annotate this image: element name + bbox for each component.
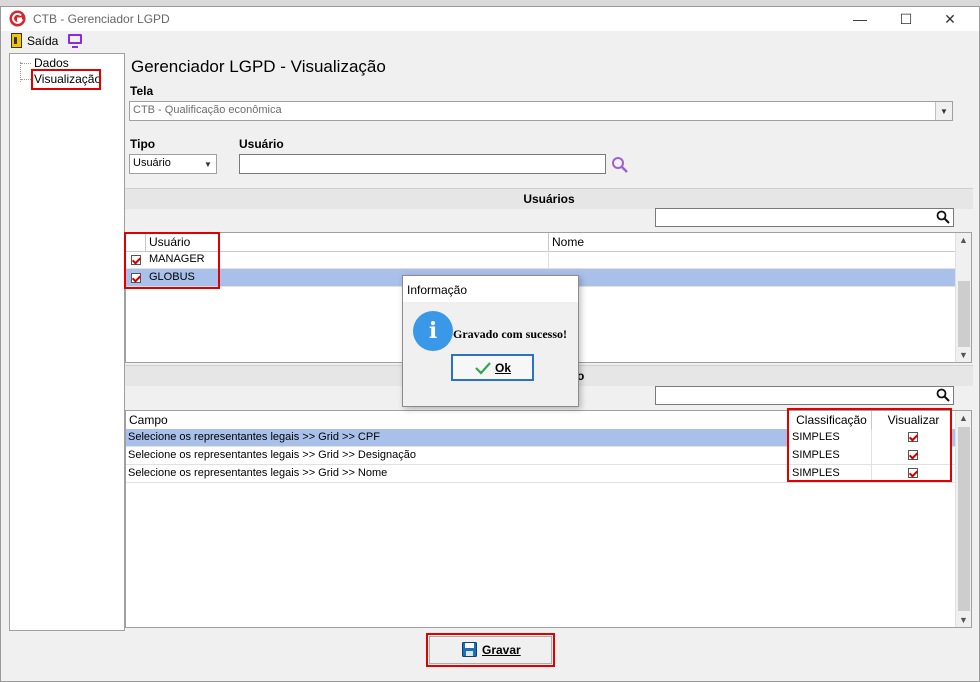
monitor-icon[interactable] — [68, 34, 82, 48]
dialog-message: Gravado com sucesso! — [453, 327, 567, 341]
maximize-button[interactable]: ☐ — [883, 7, 929, 31]
ok-button-label: Ok — [495, 361, 512, 375]
window-title: CTB - Gerenciador LGPD — [33, 12, 170, 26]
users-grid-header: Usuário Nome — [126, 233, 955, 252]
navigation-tree: Dados Visualização — [9, 53, 125, 631]
users-grid-scrollbar[interactable]: ▲ ▼ — [955, 233, 971, 362]
scroll-up-arrow[interactable]: ▲ — [956, 233, 971, 247]
table-row[interactable]: MANAGER — [126, 251, 955, 269]
usuario-label: Usuário — [239, 137, 284, 151]
users-section-header: Usuários — [125, 188, 973, 209]
search-icon[interactable] — [936, 388, 950, 402]
column-header-nome[interactable]: Nome — [549, 233, 955, 251]
tela-label: Tela — [130, 84, 154, 98]
scroll-down-arrow[interactable]: ▼ — [956, 613, 971, 627]
tela-select-value: CTB - Qualificação econômica — [133, 104, 282, 116]
tipo-select-value: Usuário — [133, 157, 171, 169]
page-title: Gerenciador LGPD - Visualização — [131, 57, 386, 76]
dialog-title-bar: Informação — [403, 276, 578, 302]
search-icon[interactable] — [936, 210, 950, 224]
search-icon[interactable] — [611, 156, 629, 174]
info-icon: i — [413, 311, 453, 351]
tree-connector — [21, 63, 31, 64]
tela-select[interactable]: CTB - Qualificação econômica ▼ — [129, 101, 953, 121]
users-filter-input[interactable] — [655, 208, 954, 227]
checkmark-icon — [475, 362, 491, 375]
column-header-campo[interactable]: Campo — [126, 411, 789, 429]
tipo-label: Tipo — [130, 137, 156, 151]
cell-campo: Selecione os representantes legais >> Gr… — [126, 447, 789, 465]
highlight-box — [426, 633, 555, 667]
fields-grid-scrollbar[interactable]: ▲ ▼ — [955, 411, 971, 627]
title-bar: CTB - Gerenciador LGPD — ☐ ✕ — [1, 7, 979, 31]
info-dialog: Informação i Gravado com sucesso! Ok — [402, 275, 579, 407]
ok-button[interactable]: Ok — [451, 354, 534, 381]
usuario-input[interactable] — [239, 154, 606, 174]
cell-campo: Selecione os representantes legais >> Gr… — [126, 429, 789, 447]
scroll-down-arrow[interactable]: ▼ — [956, 348, 971, 362]
highlight-box — [787, 408, 952, 482]
toolbar — [1, 31, 979, 51]
tree-item-dados[interactable]: Dados — [34, 56, 69, 70]
users-section-title: Usuários — [523, 192, 575, 206]
tipo-select[interactable]: Usuário ▼ — [129, 154, 217, 174]
chevron-down-icon[interactable]: ▼ — [200, 155, 216, 173]
cell-campo: Selecione os representantes legais >> Gr… — [126, 465, 789, 483]
scroll-up-arrow[interactable]: ▲ — [956, 411, 971, 425]
scroll-thumb[interactable] — [958, 281, 970, 347]
highlight-box — [124, 232, 220, 289]
scroll-thumb[interactable] — [958, 427, 970, 611]
close-button[interactable]: ✕ — [927, 7, 973, 31]
chevron-down-icon[interactable]: ▼ — [935, 102, 952, 120]
fields-filter-input[interactable] — [655, 386, 954, 405]
app-logo-icon — [9, 10, 26, 27]
exit-door-icon[interactable] — [11, 33, 22, 48]
tree-connector — [21, 79, 31, 80]
highlight-box — [31, 69, 101, 90]
dialog-title: Informação — [407, 283, 468, 297]
exit-button[interactable]: Saída — [27, 34, 58, 48]
minimize-button[interactable]: — — [837, 7, 883, 31]
